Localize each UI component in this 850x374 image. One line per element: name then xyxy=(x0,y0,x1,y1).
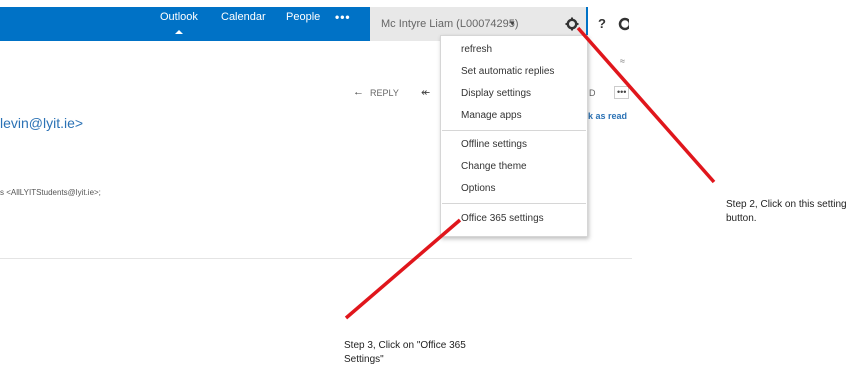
annotation-arrows xyxy=(344,26,716,320)
annotation-step2: Step 2, Click on this setting button. xyxy=(726,199,847,224)
step3-arrow xyxy=(344,218,462,320)
step2-arrow xyxy=(576,26,716,184)
annotation-step3: Step 3, Click on "Office 365 Settings" xyxy=(344,340,466,365)
